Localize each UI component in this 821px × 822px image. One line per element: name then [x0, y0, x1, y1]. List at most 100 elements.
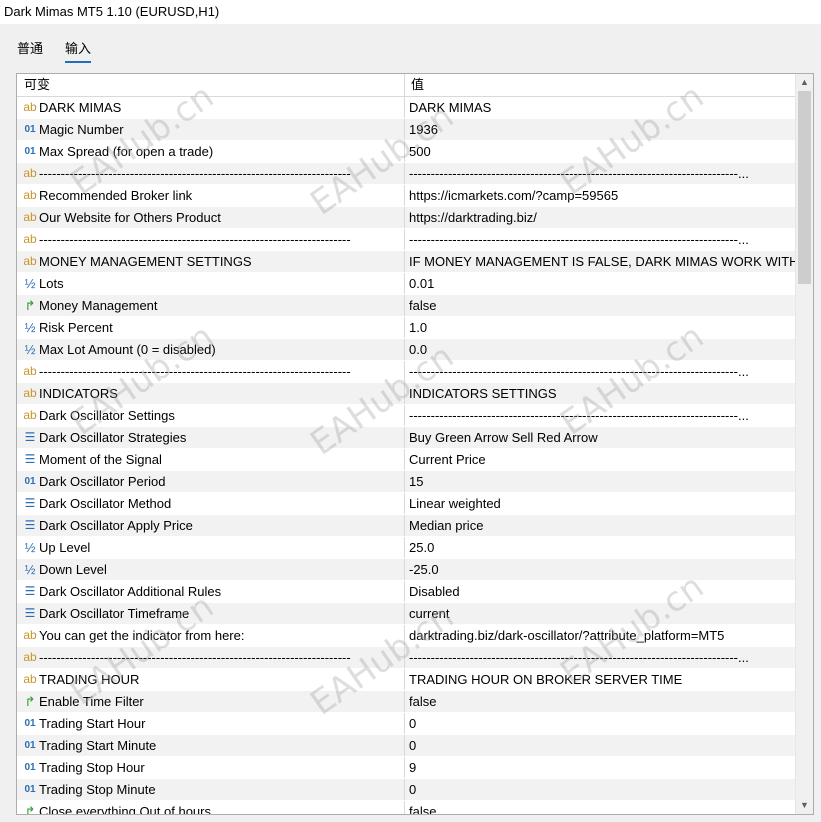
table-row[interactable]: ½ Lots 0.01 — [17, 273, 797, 295]
table-row[interactable]: ½ Risk Percent 1.0 — [17, 317, 797, 339]
table-row[interactable]: 01 Trading Stop Hour 9 — [17, 757, 797, 779]
table-row[interactable]: ½ Up Level 25.0 — [17, 537, 797, 559]
variable-name: TRADING HOUR — [39, 672, 140, 687]
table-row[interactable]: ab MONEY MANAGEMENT SETTINGS IF MONEY MANA… — [17, 251, 797, 273]
table-row[interactable]: ☰ Moment of the Signal Current Price — [17, 449, 797, 471]
value-cell[interactable]: 0.0 — [406, 339, 797, 360]
variable-name: Recommended Broker link — [39, 188, 193, 203]
table-row[interactable]: ↱ Close everything Out of hours false — [17, 801, 797, 815]
variable-cell: ab TRADING HOUR — [17, 669, 405, 690]
table-row[interactable]: ab Recommended Broker link https://icmarke… — [17, 185, 797, 207]
value-cell[interactable]: ----------------------------------------… — [406, 163, 797, 184]
table-row[interactable]: ↱ Money Management false — [17, 295, 797, 317]
value-cell[interactable]: ----------------------------------------… — [406, 405, 797, 426]
value-cell[interactable]: 0 — [406, 779, 797, 800]
value-cell[interactable]: 0 — [406, 735, 797, 756]
table-row[interactable]: ☰ Dark Oscillator Timeframe current — [17, 603, 797, 625]
value-cell[interactable]: Linear weighted — [406, 493, 797, 514]
variable-cell: ab Recommended Broker link — [17, 185, 405, 206]
table-row[interactable]: 01 Dark Oscillator Period 15 — [17, 471, 797, 493]
text-type-icon: ab — [23, 166, 37, 180]
table-row[interactable]: ab --------------------------------------… — [17, 647, 797, 669]
text-type-icon: ab — [23, 188, 37, 202]
table-row[interactable]: 01 Trading Start Minute 0 — [17, 735, 797, 757]
text-type-icon: ab — [23, 650, 37, 664]
value-cell[interactable]: TRADING HOUR ON BROKER SERVER TIME — [406, 669, 797, 690]
table-row[interactable]: ☰ Dark Oscillator Additional Rules Disable… — [17, 581, 797, 603]
variable-cell: ab Dark Oscillator Settings — [17, 405, 405, 426]
table-row[interactable]: ab INDICATORS INDICATORS SETTINGS — [17, 383, 797, 405]
value-cell[interactable]: DARK MIMAS — [406, 97, 797, 118]
value-cell[interactable]: 1936 — [406, 119, 797, 140]
variable-cell: ↱ Money Management — [17, 295, 405, 316]
variable-cell: ab --------------------------------------… — [17, 229, 405, 250]
variable-cell: ☰ Dark Oscillator Method — [17, 493, 405, 514]
value-cell[interactable]: Buy Green Arrow Sell Red Arrow — [406, 427, 797, 448]
table-row[interactable]: 01 Max Spread (for open a trade) 500 — [17, 141, 797, 163]
double-type-icon: ½ — [24, 320, 36, 335]
table-row[interactable]: 01 Magic Number 1936 — [17, 119, 797, 141]
value-cell[interactable]: Median price — [406, 515, 797, 536]
boolean-type-icon: ↱ — [24, 804, 36, 815]
value-cell[interactable]: https://icmarkets.com/?camp=59565 — [406, 185, 797, 206]
table-row[interactable]: ab --------------------------------------… — [17, 229, 797, 251]
value-cell[interactable]: 25.0 — [406, 537, 797, 558]
value-cell[interactable]: https://darktrading.biz/ — [406, 207, 797, 228]
value-cell[interactable]: false — [406, 295, 797, 316]
enum-type-icon: ☰ — [24, 430, 36, 444]
table-row[interactable]: ½ Down Level -25.0 — [17, 559, 797, 581]
value-cell[interactable]: darktrading.biz/dark-oscillator/?attribu… — [406, 625, 797, 646]
value-cell[interactable]: 0.01 — [406, 273, 797, 294]
column-header-variable[interactable]: 可变 — [17, 74, 405, 96]
table-row[interactable]: ☰ Dark Oscillator Apply Price Median price — [17, 515, 797, 537]
tab-inputs[interactable]: 输入 — [65, 38, 92, 63]
value-cell[interactable]: 1.0 — [406, 317, 797, 338]
table-row[interactable]: ab --------------------------------------… — [17, 361, 797, 383]
value-cell[interactable]: 15 — [406, 471, 797, 492]
integer-type-icon: 01 — [24, 762, 36, 773]
variable-cell: ☰ Moment of the Signal — [17, 449, 405, 470]
variable-name: You can get the indicator from here: — [39, 628, 245, 643]
table-row[interactable]: ab Our Website for Others Product https://… — [17, 207, 797, 229]
value-cell[interactable]: 9 — [406, 757, 797, 778]
text-type-icon: ab — [23, 254, 37, 268]
tab-general[interactable]: 普通 — [17, 38, 43, 61]
table-row[interactable]: ab TRADING HOUR TRADING HOUR ON BROKER SER… — [17, 669, 797, 691]
value-cell[interactable]: Current Price — [406, 449, 797, 470]
table-row[interactable]: ☰ Dark Oscillator Strategies Buy Green Arr… — [17, 427, 797, 449]
table-row[interactable]: ab DARK MIMAS DARK MIMAS — [17, 97, 797, 119]
table-row[interactable]: ☰ Dark Oscillator Method Linear weighted — [17, 493, 797, 515]
column-header-value[interactable]: 值 — [406, 74, 797, 96]
table-row[interactable]: 01 Trading Start Hour 0 — [17, 713, 797, 735]
variable-name: MONEY MANAGEMENT SETTINGS — [39, 254, 252, 269]
variable-name: Max Spread (for open a trade) — [39, 144, 214, 159]
value-cell[interactable]: ----------------------------------------… — [406, 647, 797, 668]
scrollbar-thumb[interactable] — [798, 91, 811, 284]
value-cell[interactable]: IF MONEY MANAGEMENT IS FALSE, DARK MIMAS… — [406, 251, 797, 272]
variable-name: Magic Number — [39, 122, 124, 137]
variable-cell: ab --------------------------------------… — [17, 361, 405, 382]
table-row[interactable]: ab Dark Oscillator Settings --------------… — [17, 405, 797, 427]
table-row[interactable]: ab --------------------------------------… — [17, 163, 797, 185]
value-cell[interactable]: 500 — [406, 141, 797, 162]
vertical-scrollbar[interactable]: ▲ ▼ — [795, 74, 813, 814]
value-cell[interactable]: false — [406, 801, 797, 814]
value-cell[interactable]: false — [406, 691, 797, 712]
value-cell[interactable]: -25.0 — [406, 559, 797, 580]
scroll-up-icon[interactable]: ▲ — [796, 74, 813, 91]
table-row[interactable]: ab You can get the indicator from here: da… — [17, 625, 797, 647]
table-row[interactable]: ↱ Enable Time Filter false — [17, 691, 797, 713]
variable-cell: ½ Max Lot Amount (0 = disabled) — [17, 339, 405, 360]
value-cell[interactable]: current — [406, 603, 797, 624]
value-cell[interactable]: INDICATORS SETTINGS — [406, 383, 797, 404]
value-cell[interactable]: 0 — [406, 713, 797, 734]
table-row[interactable]: ½ Max Lot Amount (0 = disabled) 0.0 — [17, 339, 797, 361]
value-cell[interactable]: Disabled — [406, 581, 797, 602]
text-type-icon: ab — [23, 210, 37, 224]
value-cell[interactable]: ----------------------------------------… — [406, 361, 797, 382]
double-type-icon: ½ — [24, 342, 36, 357]
value-cell[interactable]: ----------------------------------------… — [406, 229, 797, 250]
enum-type-icon: ☰ — [24, 496, 36, 510]
scroll-down-icon[interactable]: ▼ — [796, 797, 813, 814]
table-row[interactable]: 01 Trading Stop Minute 0 — [17, 779, 797, 801]
